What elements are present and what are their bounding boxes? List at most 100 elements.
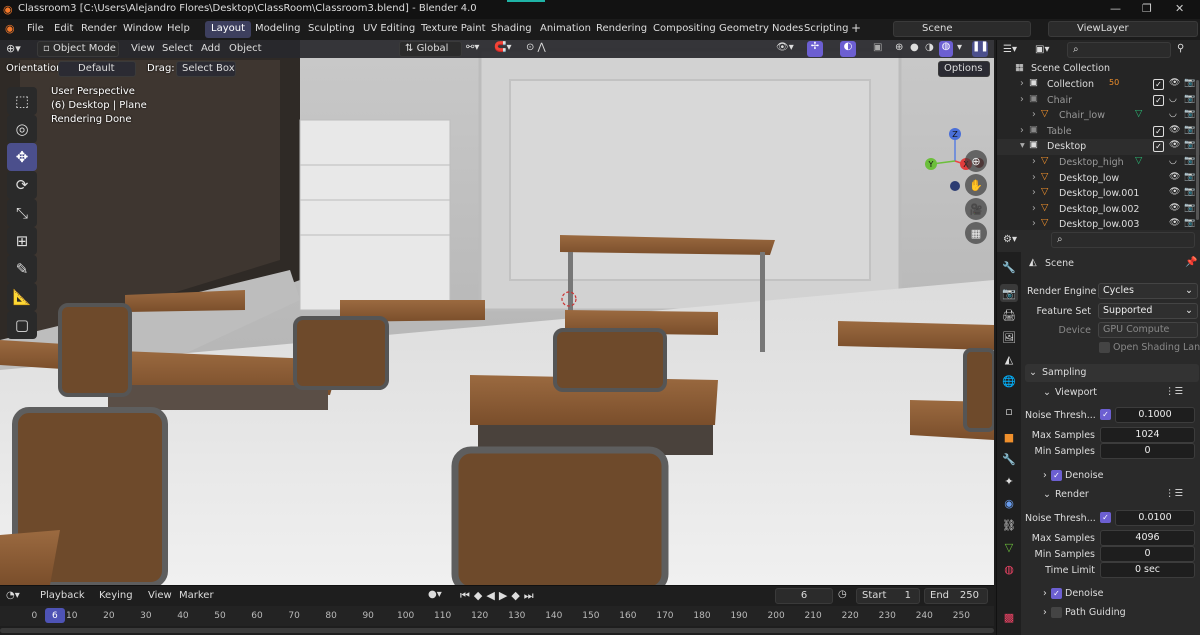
- object-mode-dropdown[interactable]: ▫ Object Mode ▾: [37, 41, 119, 57]
- overlay-toggle-icon[interactable]: ◐: [840, 41, 856, 57]
- tab-animation[interactable]: Animation: [534, 21, 597, 38]
- menu-help[interactable]: Help: [167, 23, 190, 34]
- shading-rendered-icon[interactable]: ◍: [939, 41, 953, 57]
- outliner-row[interactable]: › ▣ Chair ✓ ◡ 📷: [997, 93, 1200, 109]
- osl-checkbox[interactable]: [1099, 342, 1110, 353]
- exclude-checkbox[interactable]: [1153, 188, 1164, 199]
- render-camera-icon[interactable]: 📷: [1184, 203, 1195, 213]
- current-frame-field[interactable]: 6: [775, 588, 833, 604]
- pivot-point-icon[interactable]: ⚯▾: [466, 42, 479, 53]
- viewlayer-selector[interactable]: ViewLayer: [1048, 21, 1198, 37]
- play-reverse-icon[interactable]: ◀: [486, 589, 498, 602]
- properties-search-input[interactable]: ⌕: [1051, 232, 1195, 248]
- render-noise-threshold-field[interactable]: 0.0100: [1115, 510, 1195, 526]
- tool-tab-icon[interactable]: 🔧: [1000, 258, 1018, 276]
- exclude-checkbox[interactable]: [1153, 219, 1164, 230]
- tab-layout[interactable]: Layout: [205, 21, 251, 38]
- constraints-tab-icon[interactable]: ⛓: [1000, 516, 1018, 534]
- transform-tool[interactable]: ⊞: [7, 227, 37, 255]
- tab-modeling[interactable]: Modeling: [249, 21, 307, 38]
- outliner-row[interactable]: › ▣ Collection 50 ✓ 👁 📷: [997, 77, 1200, 93]
- rotate-tool[interactable]: ⟳: [7, 171, 37, 199]
- tab-compositing[interactable]: Compositing: [647, 21, 722, 38]
- shading-wireframe-icon[interactable]: ⊕: [895, 42, 903, 53]
- render-camera-icon[interactable]: 📷: [1184, 125, 1195, 135]
- exclude-checkbox[interactable]: ✓: [1153, 94, 1164, 106]
- render-camera-icon[interactable]: 📷: [1184, 187, 1195, 197]
- exclude-checkbox[interactable]: [1153, 173, 1164, 184]
- outliner-row[interactable]: › ▽ Chair_low ▽ ◡ 📷: [997, 108, 1200, 124]
- viewport-noise-threshold-field[interactable]: 0.1000: [1115, 407, 1195, 423]
- tab-texture-paint[interactable]: Texture Paint: [415, 21, 492, 38]
- cursor-tool[interactable]: ◎: [7, 115, 37, 143]
- world-tab-icon[interactable]: 🌐: [1000, 372, 1018, 390]
- physics-tab-icon[interactable]: ◉: [1000, 494, 1018, 512]
- add-cube-tool[interactable]: ▢: [7, 311, 37, 339]
- next-keyframe-icon[interactable]: ◆: [511, 589, 523, 602]
- chevron-right-icon[interactable]: ›: [1032, 156, 1036, 167]
- exclude-checkbox[interactable]: [1153, 204, 1164, 215]
- menu-window[interactable]: Window: [123, 23, 162, 34]
- eye-hidden-icon[interactable]: 👁: [1169, 125, 1180, 135]
- exclude-checkbox[interactable]: [1153, 157, 1164, 168]
- orientation-dropdown[interactable]: Default: [58, 61, 136, 77]
- list-menu-icon[interactable]: ⋮☰: [1165, 386, 1183, 397]
- eye-icon[interactable]: 👁: [1169, 78, 1180, 88]
- chevron-right-icon[interactable]: ›: [1032, 203, 1036, 214]
- eye-icon[interactable]: 👁: [1169, 187, 1180, 197]
- xray-icon[interactable]: ▣: [873, 42, 882, 53]
- collection-tab-icon[interactable]: ▫: [1000, 402, 1018, 420]
- jump-end-icon[interactable]: ⏭: [524, 589, 538, 602]
- move-tool[interactable]: ✥: [7, 143, 37, 171]
- keyframe-record-icon[interactable]: ●▾: [428, 589, 442, 600]
- viewport-denoise-checkbox[interactable]: ✓: [1051, 470, 1062, 481]
- viewport-min-samples-field[interactable]: 0: [1100, 443, 1195, 459]
- render-camera-icon[interactable]: 📷: [1184, 156, 1195, 166]
- exclude-checkbox[interactable]: ✓: [1153, 79, 1164, 90]
- feature-set-dropdown[interactable]: Supported ⌄: [1098, 303, 1198, 319]
- chevron-right-icon[interactable]: ›: [1032, 172, 1036, 183]
- outliner-scrollbar[interactable]: [1196, 80, 1199, 220]
- view-layer-tab-icon[interactable]: 🖼: [1000, 328, 1018, 346]
- chevron-down-icon[interactable]: ▾: [1020, 140, 1025, 151]
- render-denoise-checkbox[interactable]: ✓: [1051, 588, 1062, 599]
- eye-icon[interactable]: 👁: [1169, 140, 1180, 150]
- viewport-menu-select[interactable]: Select: [162, 43, 193, 54]
- eye-icon[interactable]: 👁: [1169, 172, 1180, 182]
- eye-hidden-icon[interactable]: ◡: [1169, 94, 1177, 104]
- drag-dropdown[interactable]: Select Box: [176, 61, 236, 77]
- menu-edit[interactable]: Edit: [54, 23, 73, 34]
- eye-icon[interactable]: 👁: [1169, 203, 1180, 213]
- viewport-menu-object[interactable]: Object: [229, 43, 262, 54]
- shading-options-icon[interactable]: ▾: [957, 42, 962, 53]
- visibility-icon[interactable]: 👁▾: [776, 42, 794, 53]
- modifier-tab-icon[interactable]: 🔧: [1000, 450, 1018, 468]
- tab-scripting[interactable]: Scripting: [798, 21, 854, 38]
- properties-editor-icon[interactable]: ⚙▾: [1003, 234, 1017, 245]
- outliner-row[interactable]: › ▽ Desktop_low.002 👁 📷: [997, 202, 1200, 218]
- chevron-right-icon[interactable]: ›: [1020, 78, 1024, 89]
- gizmo-toggle-icon[interactable]: ✢: [807, 41, 823, 57]
- material-tab-icon[interactable]: ◍: [1000, 560, 1018, 578]
- proportional-editing-icon[interactable]: ⊙ ⋀: [526, 42, 546, 53]
- outliner-row[interactable]: › ▽ Desktop_low.001 👁 📷: [997, 186, 1200, 202]
- options-dropdown[interactable]: Options: [938, 61, 990, 77]
- render-max-samples-field[interactable]: 4096: [1100, 530, 1195, 546]
- jump-start-icon[interactable]: ⏮: [460, 589, 474, 602]
- render-camera-icon[interactable]: 📷: [1184, 172, 1195, 182]
- prev-keyframe-icon[interactable]: ◆: [474, 589, 486, 602]
- render-min-samples-field[interactable]: 0: [1100, 546, 1195, 562]
- outliner-editor-icon[interactable]: ☰▾: [1003, 44, 1017, 55]
- ortho-grid-icon[interactable]: ▦: [965, 222, 987, 244]
- timeline-menu-keying[interactable]: Keying: [99, 590, 133, 601]
- chevron-right-icon[interactable]: ›: [1032, 109, 1036, 120]
- exclude-checkbox[interactable]: ✓: [1153, 125, 1164, 137]
- pin-icon[interactable]: 📌: [1185, 257, 1197, 268]
- chevron-right-icon[interactable]: ›: [1032, 187, 1036, 198]
- viewport-menu-view[interactable]: View: [131, 43, 155, 54]
- blender-menu-icon[interactable]: ◉: [5, 22, 15, 35]
- outliner-row[interactable]: › ▽ Desktop_high ▽ ◡ 📷: [997, 155, 1200, 171]
- outliner-row[interactable]: ▾ ▣ Desktop ✓ 👁 📷: [997, 139, 1200, 155]
- 3d-viewport[interactable]: ⊕▾ ▫ Object Mode ▾ View Select Add Objec…: [0, 40, 994, 585]
- viewport-max-samples-field[interactable]: 1024: [1100, 427, 1195, 443]
